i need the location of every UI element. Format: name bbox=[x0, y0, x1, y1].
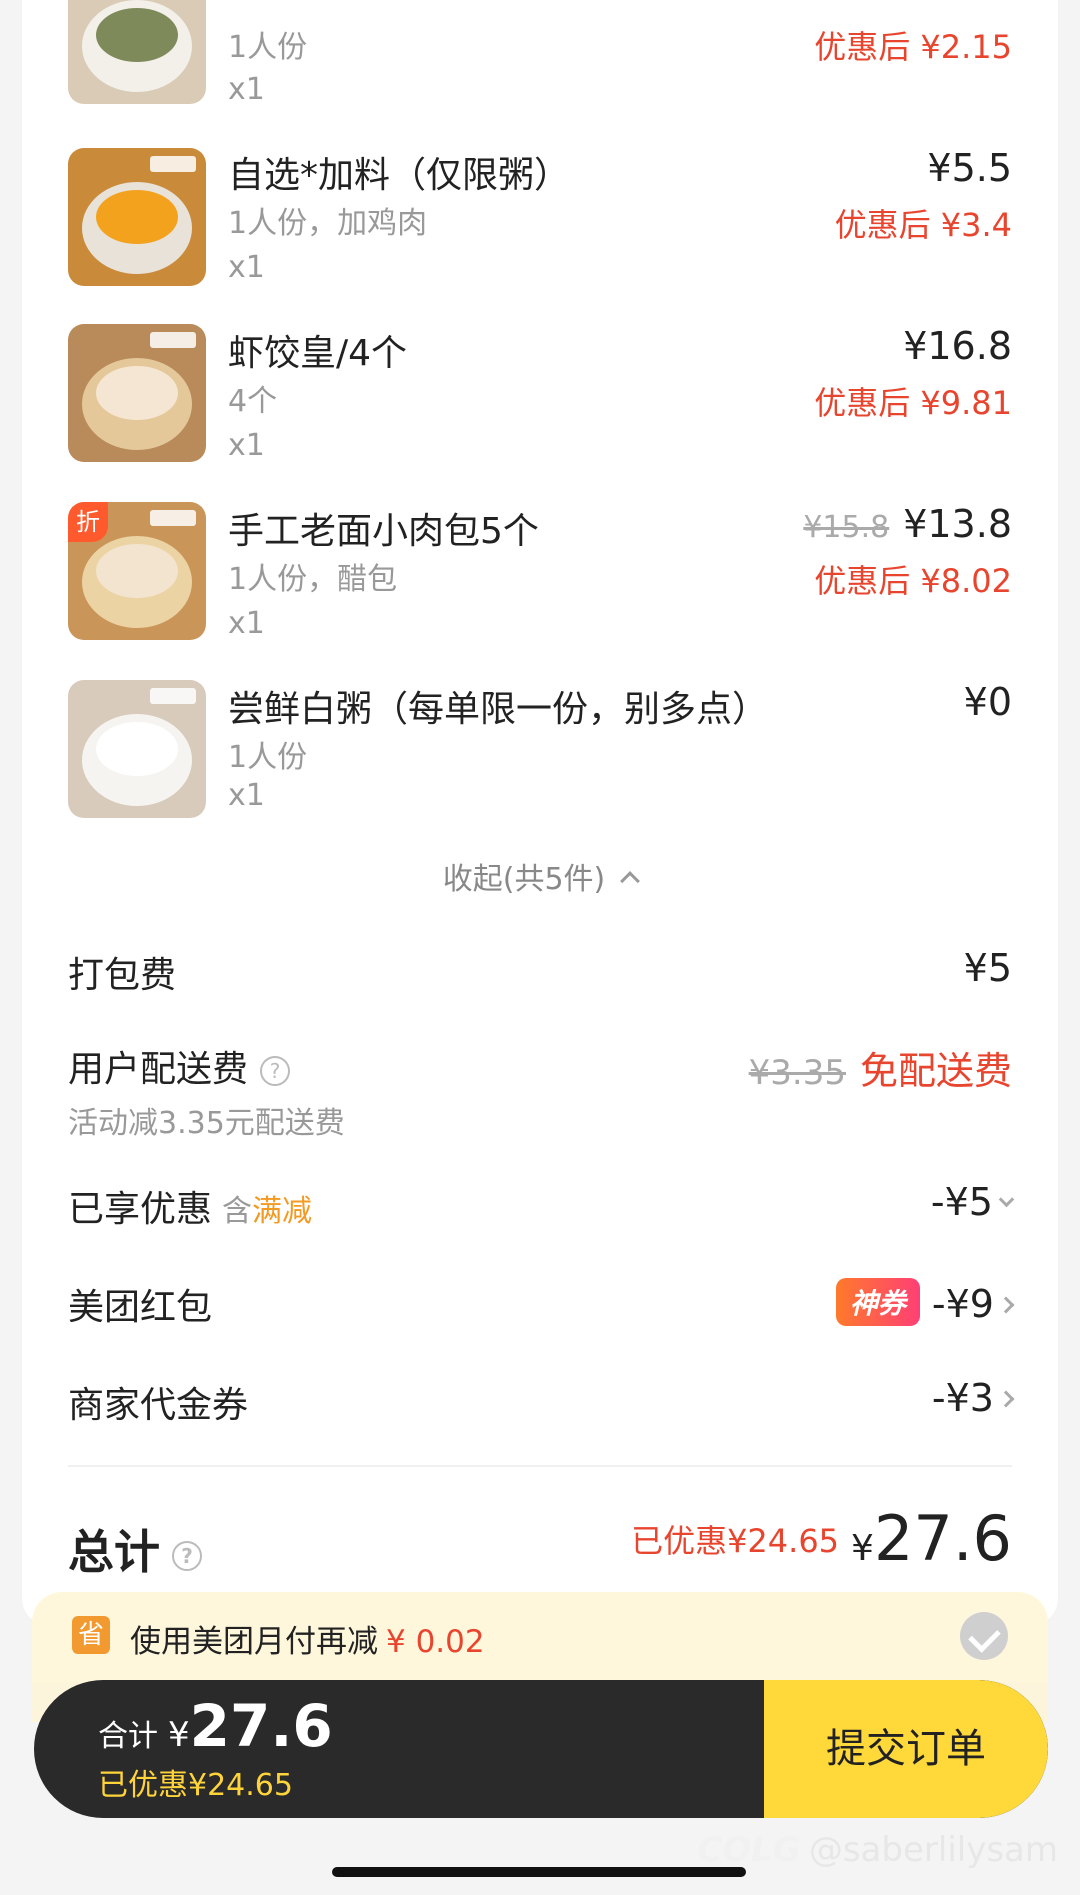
discount-row[interactable]: 已享优惠 含满减 -¥5 bbox=[68, 1180, 1015, 1232]
check-icon[interactable] bbox=[960, 1612, 1008, 1660]
red-packet-row[interactable]: 美团红包 神券 -¥9 bbox=[68, 1278, 1015, 1330]
item-qty: x1 bbox=[228, 778, 265, 813]
submit-order-button[interactable]: 提交订单 bbox=[764, 1680, 1048, 1818]
total-amount: 已优惠¥24.65 ¥27.6 bbox=[631, 1502, 1012, 1575]
checkout-bar: 合计 ¥27.6 已优惠¥24.65 提交订单 bbox=[34, 1680, 1048, 1818]
monthly-pay-text: 使用美团月付再减 ¥ 0.02 bbox=[130, 1624, 485, 1660]
chevron-right-icon bbox=[997, 1296, 1015, 1314]
chevron-up-icon bbox=[620, 871, 641, 891]
item-price: ¥5.5 bbox=[927, 146, 1012, 190]
item-name: 尝鲜白粥（每单限一份，别多点） bbox=[228, 689, 769, 730]
help-icon[interactable]: ? bbox=[172, 1540, 202, 1571]
list-item[interactable]: 折 手工老面小肉包5个 1人份，醋包 x1 ¥15.8 ¥13.8 优惠后 ¥8.… bbox=[22, 502, 1058, 672]
voucher-label: 商家代金券 bbox=[68, 1385, 249, 1426]
collapse-label: 收起(共5件) bbox=[442, 862, 606, 897]
food-thumbnail: 折 bbox=[68, 502, 206, 640]
food-thumbnail bbox=[68, 0, 206, 104]
food-thumbnail bbox=[68, 680, 206, 818]
item-discounted-price: 优惠后 ¥2.15 bbox=[814, 28, 1012, 66]
chevron-down-icon bbox=[998, 1191, 1015, 1208]
item-discounted-price: 优惠后 ¥8.02 bbox=[814, 562, 1012, 600]
total-saved: 已优惠¥24.65 bbox=[631, 1522, 840, 1560]
order-card: 1人份 x1 优惠后 ¥2.15 自选*加料（仅限粥） 1人份，加鸡肉 x1 ¥… bbox=[22, 0, 1058, 1626]
discount-badge: 折 bbox=[68, 502, 108, 542]
total-label: 总计? bbox=[68, 1516, 202, 1582]
item-qty: x1 bbox=[228, 72, 265, 107]
discount-tag: 含满减 bbox=[222, 1194, 313, 1229]
item-price: ¥0 bbox=[963, 680, 1012, 724]
voucher-row[interactable]: 商家代金券 -¥3 bbox=[68, 1376, 1015, 1428]
item-spec: 1人份 bbox=[228, 30, 308, 65]
shenquan-badge: 神券 bbox=[835, 1278, 920, 1326]
checkout-total-amount: 27.6 bbox=[189, 1692, 333, 1760]
voucher-value: -¥3 bbox=[932, 1376, 1015, 1420]
divider bbox=[68, 1465, 1012, 1467]
save-icon: 省 bbox=[72, 1616, 110, 1654]
food-thumbnail bbox=[68, 148, 206, 286]
list-item[interactable]: 1人份 x1 优惠后 ¥2.15 bbox=[22, 0, 1058, 170]
item-discounted-price: 优惠后 ¥3.4 bbox=[834, 206, 1012, 244]
monthly-pay-tip[interactable]: 省 使用美团月付再减 ¥ 0.02 bbox=[32, 1592, 1048, 1682]
item-spec: 4个 bbox=[228, 384, 278, 419]
packing-fee-label: 打包费 bbox=[68, 955, 177, 996]
watermark: COLG @saberlilysam bbox=[697, 1830, 1058, 1870]
item-original-price: ¥15.8 bbox=[803, 510, 890, 545]
help-icon[interactable]: ? bbox=[260, 1056, 291, 1086]
delivery-fee-value: ¥3.35 免配送费 bbox=[748, 1049, 1012, 1093]
item-name: 手工老面小肉包5个 bbox=[228, 511, 539, 552]
item-qty: x1 bbox=[228, 250, 265, 285]
checkout-saved: 已优惠¥24.65 bbox=[98, 1768, 293, 1803]
delivery-fee-note: 活动减3.35元配送费 bbox=[68, 1106, 345, 1141]
discount-label: 已享优惠 bbox=[68, 1189, 213, 1230]
food-thumbnail bbox=[68, 324, 206, 462]
home-indicator[interactable] bbox=[332, 1867, 746, 1877]
collapse-toggle[interactable]: 收起(共5件) bbox=[22, 854, 1058, 898]
red-packet-value: 神券 -¥9 bbox=[835, 1278, 1015, 1326]
item-name: 虾饺皇/4个 bbox=[228, 333, 408, 374]
checkout-total-label: 合计 bbox=[98, 1719, 158, 1754]
item-price: ¥15.8 ¥13.8 bbox=[803, 502, 1012, 546]
monthly-pay-amount: ¥ 0.02 bbox=[386, 1624, 485, 1660]
item-name: 自选*加料（仅限粥） bbox=[228, 155, 571, 196]
delivery-fee-label: 用户配送费 bbox=[68, 1049, 249, 1090]
checkout-total: 合计 ¥27.6 已优惠¥24.65 bbox=[98, 1692, 333, 1803]
list-item[interactable]: 虾饺皇/4个 4个 x1 ¥16.8 优惠后 ¥9.81 bbox=[22, 324, 1058, 494]
packing-fee-value: ¥5 bbox=[963, 946, 1012, 990]
packing-fee-row: 打包费 ¥5 bbox=[68, 946, 1012, 998]
list-item[interactable]: 自选*加料（仅限粥） 1人份，加鸡肉 x1 ¥5.5 优惠后 ¥3.4 bbox=[22, 146, 1058, 316]
item-spec: 1人份，醋包 bbox=[228, 562, 398, 597]
item-spec: 1人份，加鸡肉 bbox=[228, 206, 428, 241]
chevron-right-icon bbox=[997, 1390, 1015, 1408]
item-qty: x1 bbox=[228, 428, 265, 463]
delivery-fee-row: 用户配送费? 活动减3.35元配送费 ¥3.35 免配送费 bbox=[68, 1040, 1012, 1142]
delivery-fee-original: ¥3.35 bbox=[748, 1053, 846, 1093]
item-qty: x1 bbox=[228, 606, 265, 641]
item-discounted-price: 优惠后 ¥9.81 bbox=[814, 384, 1012, 422]
item-spec: 1人份 bbox=[228, 740, 308, 775]
item-price: ¥16.8 bbox=[903, 324, 1012, 368]
list-item[interactable]: 尝鲜白粥（每单限一份，别多点） 1人份 x1 ¥0 bbox=[22, 680, 1058, 850]
discount-value: -¥5 bbox=[931, 1180, 1015, 1224]
